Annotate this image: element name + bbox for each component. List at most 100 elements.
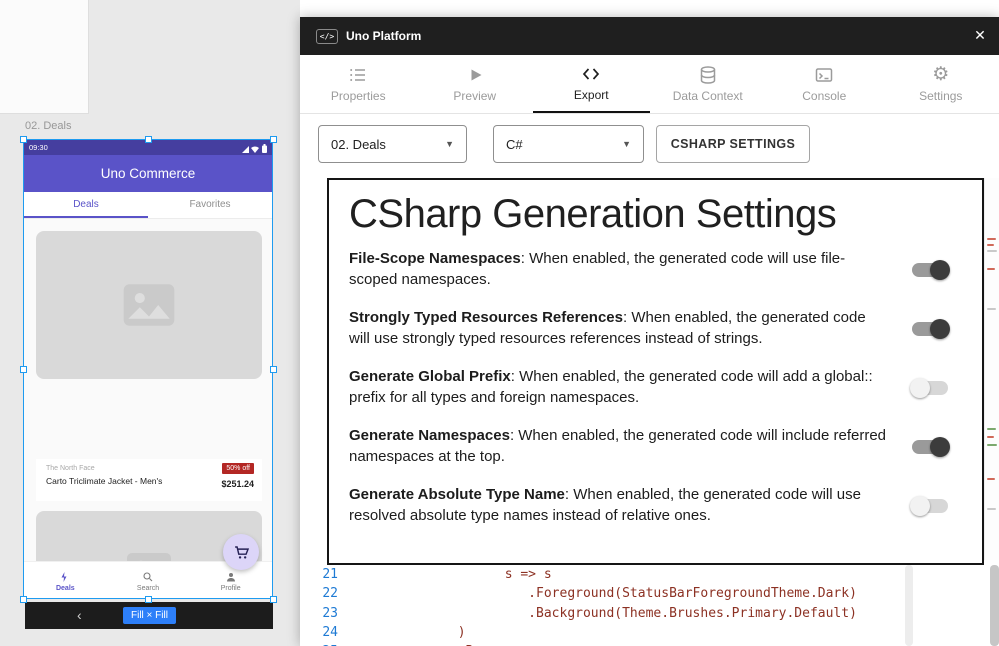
code-line: 25 Resources xyxy=(300,642,985,646)
list-icon xyxy=(348,65,368,85)
setting-row: Generate Namespaces: When enabled, the g… xyxy=(349,424,962,470)
selection-handle[interactable] xyxy=(270,136,277,143)
code-text: Resources xyxy=(356,642,536,646)
product-image-placeholder xyxy=(36,231,262,379)
phone-tab-bar: Deals Favorites xyxy=(24,192,272,219)
tab-settings[interactable]: ⚙ Settings xyxy=(883,55,999,113)
code-text: .Background(Theme.Brushes.Primary.Defaul… xyxy=(356,604,857,623)
toggle-thumb xyxy=(910,378,930,398)
selected-frame[interactable]: 09:30 Uno Commerce Deals Favorites xyxy=(23,139,273,599)
csharp-settings-dialog: CSharp Generation Settings File-Scope Na… xyxy=(327,178,984,565)
play-icon xyxy=(465,65,485,85)
selection-handle[interactable] xyxy=(20,366,27,373)
code-text: .Foreground(StatusBarForegroundTheme.Dar… xyxy=(356,584,857,603)
tab-label: Preview xyxy=(453,89,496,103)
code-line: 24 ) xyxy=(300,623,985,642)
tab-properties[interactable]: Properties xyxy=(300,55,417,113)
product-info: The North Face Carto Triclimate Jacket -… xyxy=(36,459,262,501)
screen-select[interactable]: 02. Deals ▼ xyxy=(318,125,467,163)
panel-header: </> Uno Platform ✕ xyxy=(300,17,999,55)
tab-console[interactable]: Console xyxy=(766,55,883,113)
phone-app-bar: Uno Commerce xyxy=(24,155,272,192)
setting-text: File-Scope Namespaces: When enabled, the… xyxy=(349,249,912,290)
toggle-generate-global-prefix[interactable] xyxy=(912,381,948,395)
line-number: 21 xyxy=(300,565,338,584)
setting-text: Strongly Typed Resources References: Whe… xyxy=(349,308,912,349)
code-line: 23 .Background(Theme.Brushes.Primary.Def… xyxy=(300,604,985,623)
setting-label: Generate Global Prefix xyxy=(349,368,511,385)
toggle-thumb xyxy=(930,260,950,280)
selection-handle[interactable] xyxy=(270,596,277,603)
nav-label: Profile xyxy=(221,585,241,592)
tab-label: Settings xyxy=(919,89,962,103)
product-brand: The North Face xyxy=(46,465,95,472)
selection-handle[interactable] xyxy=(270,366,277,373)
export-toolbar: 02. Deals ▼ C# ▼ CSHARP SETTINGS xyxy=(300,125,999,163)
phone-tab-deals: Deals xyxy=(24,192,148,218)
nav-item-profile: Profile xyxy=(189,562,272,599)
nav-label: Deals xyxy=(56,585,75,592)
tab-data-context[interactable]: Data Context xyxy=(650,55,767,113)
language-select-value: C# xyxy=(506,137,523,152)
discount-badge: 50% off xyxy=(222,463,254,474)
toggle-thumb xyxy=(930,319,950,339)
line-number: 22 xyxy=(300,584,338,603)
tab-label: Properties xyxy=(331,89,386,103)
gear-icon: ⚙ xyxy=(932,65,949,85)
setting-text: Generate Absolute Type Name: When enable… xyxy=(349,485,912,526)
tab-label: Export xyxy=(574,88,609,102)
selection-handle[interactable] xyxy=(20,596,27,603)
tab-export[interactable]: Export xyxy=(533,55,650,113)
fill-size-chip[interactable]: Fill × Fill xyxy=(123,607,176,624)
panel-title: Uno Platform xyxy=(346,29,421,43)
selection-handle[interactable] xyxy=(145,136,152,143)
console-icon xyxy=(814,65,834,85)
setting-text: Generate Namespaces: When enabled, the g… xyxy=(349,426,912,467)
toggle-file-scope-namespaces[interactable] xyxy=(912,263,948,277)
line-number: 24 xyxy=(300,623,338,642)
design-canvas[interactable]: 02. Deals 09:30 Uno Commerce Deals Favor… xyxy=(0,0,300,646)
code-scrollbar[interactable] xyxy=(905,565,913,646)
nav-item-search: Search xyxy=(107,562,190,599)
language-select[interactable]: C# ▼ xyxy=(493,125,644,163)
setting-row: Strongly Typed Resources References: Whe… xyxy=(349,306,962,352)
selection-handle[interactable] xyxy=(145,596,152,603)
dialog-title: CSharp Generation Settings xyxy=(349,192,962,237)
status-icons xyxy=(242,144,268,153)
toggle-generate-namespaces[interactable] xyxy=(912,440,948,454)
uno-platform-panel: </> Uno Platform ✕ Properties Preview xyxy=(300,17,999,646)
setting-row: Generate Global Prefix: When enabled, th… xyxy=(349,365,962,411)
cart-icon xyxy=(233,544,250,561)
line-number: 23 xyxy=(300,604,338,623)
toggle-strongly-typed-resources[interactable] xyxy=(912,322,948,336)
person-icon xyxy=(225,571,237,583)
chevron-down-icon: ▼ xyxy=(445,139,454,149)
code-text: ) xyxy=(356,623,466,642)
back-chevron-icon[interactable]: ‹ xyxy=(77,608,82,622)
code-editor[interactable]: 21 s => s 22 .Foreground(StatusBarForegr… xyxy=(300,565,985,646)
tab-label: Console xyxy=(802,89,846,103)
setting-row: File-Scope Namespaces: When enabled, the… xyxy=(349,247,962,293)
frame-label[interactable]: 02. Deals xyxy=(25,120,71,132)
bolt-icon xyxy=(59,571,71,583)
product-name: Carto Triclimate Jacket - Men's xyxy=(46,476,162,486)
status-time: 09:30 xyxy=(29,143,48,152)
tab-preview[interactable]: Preview xyxy=(417,55,534,113)
code-minimap[interactable] xyxy=(984,178,999,560)
phone-app-title: Uno Commerce xyxy=(24,155,272,192)
csharp-settings-button[interactable]: CSHARP SETTINGS xyxy=(656,125,810,163)
adjacent-frame xyxy=(0,0,89,114)
setting-label: Generate Namespaces xyxy=(349,427,510,444)
selection-handle[interactable] xyxy=(20,136,27,143)
screen-select-value: 02. Deals xyxy=(331,137,386,152)
close-icon[interactable]: ✕ xyxy=(971,27,989,44)
tab-label: Data Context xyxy=(673,89,743,103)
code-logo-icon: </> xyxy=(316,29,338,44)
setting-label: File-Scope Namespaces xyxy=(349,250,521,267)
setting-label: Strongly Typed Resources References xyxy=(349,309,623,326)
chevron-down-icon: ▼ xyxy=(622,139,631,149)
selection-toolbar: ‹ Fill × Fill xyxy=(25,602,273,629)
panel-scrollbar-thumb[interactable] xyxy=(990,565,999,646)
toggle-generate-absolute-type-name[interactable] xyxy=(912,499,948,513)
phone-tab-favorites: Favorites xyxy=(148,192,272,218)
